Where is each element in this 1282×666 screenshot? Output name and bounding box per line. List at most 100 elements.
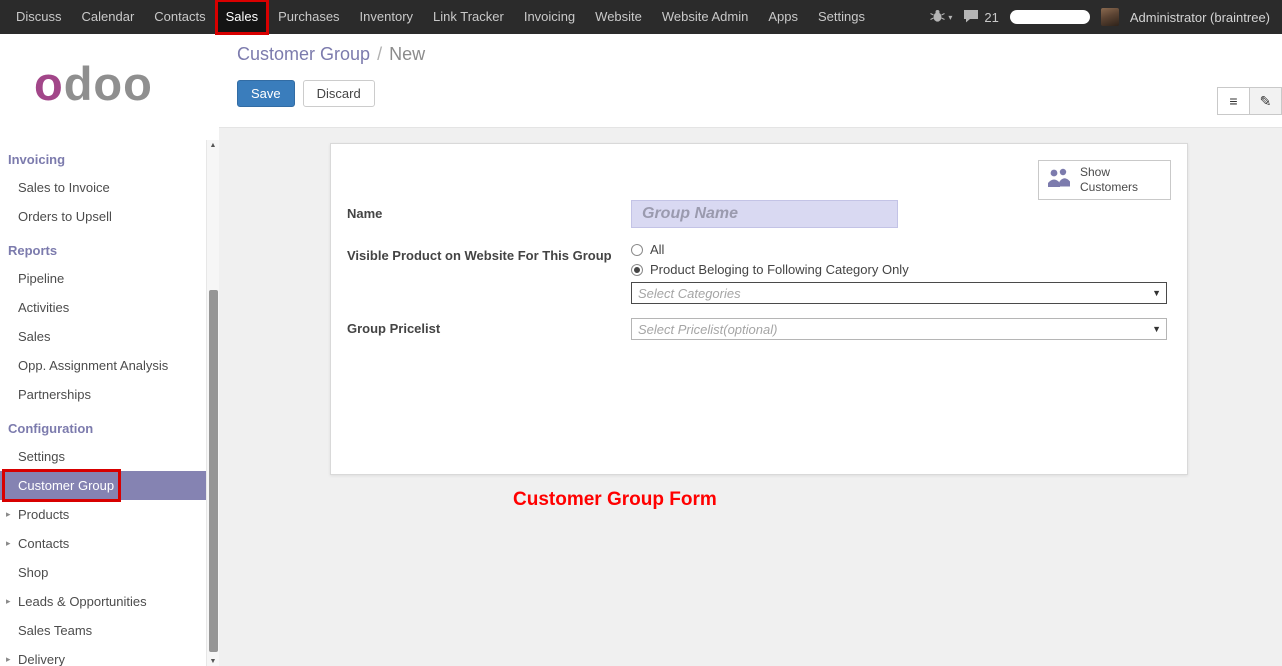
form-sheet: Show Customers Name Visible Product on W… — [330, 143, 1188, 475]
logo-letter: o — [34, 57, 64, 110]
breadcrumb-new: New — [389, 44, 425, 64]
topbar-menu-contacts[interactable]: Contacts — [144, 0, 215, 34]
name-label: Name — [347, 200, 631, 228]
topbar-menu-calendar[interactable]: Calendar — [72, 0, 145, 34]
odoo-logo: odoo — [0, 34, 219, 140]
sidebar: odoo Invoicing Sales to Invoice Orders t… — [0, 34, 219, 666]
topbar-menu-purchases[interactable]: Purchases — [268, 0, 349, 34]
topbar-menu-link-tracker[interactable]: Link Tracker — [423, 0, 514, 34]
logo-letters: doo — [64, 57, 153, 110]
radio-unchecked-icon[interactable] — [631, 244, 643, 256]
visible-product-row: Visible Product on Website For This Grou… — [347, 242, 1167, 304]
sidebar-item-label: Products — [18, 507, 69, 522]
topbar-menu: Discuss Calendar Contacts Sales Purchase… — [0, 0, 875, 34]
sidebar-section-reports: Reports — [0, 231, 219, 264]
radio-option-all[interactable]: All — [631, 242, 1167, 257]
topbar-menu-sales[interactable]: Sales — [216, 0, 269, 34]
debug-menu-button[interactable]: ▾ — [930, 9, 952, 25]
caret-right-icon: ▸ — [6, 596, 11, 607]
sidebar-section-invoicing: Invoicing — [0, 140, 219, 173]
sidebar-item-sales-teams[interactable]: Sales Teams — [0, 616, 206, 645]
sidebar-scrollbar[interactable]: ▲ ▼ — [206, 140, 219, 666]
sidebar-item-activities[interactable]: Activities — [0, 293, 206, 322]
show-customers-label: Show Customers — [1080, 165, 1163, 195]
group-name-input[interactable] — [631, 200, 898, 228]
topbar-menu-apps[interactable]: Apps — [758, 0, 808, 34]
form-view-icon: ✎ — [1260, 93, 1272, 110]
sidebar-item-contacts[interactable]: ▸ Contacts — [0, 529, 206, 558]
chat-icon — [963, 9, 979, 26]
group-pricelist-label: Group Pricelist — [347, 318, 631, 340]
pricelist-select[interactable]: Select Pricelist(optional) ▼ — [631, 318, 1167, 340]
sidebar-item-opp-assignment-analysis[interactable]: Opp. Assignment Analysis — [0, 351, 206, 380]
action-buttons: Save Discard — [237, 80, 1282, 107]
discard-button[interactable]: Discard — [303, 80, 375, 107]
visible-product-label: Visible Product on Website For This Grou… — [347, 242, 631, 304]
messages-count: 21 — [984, 10, 998, 25]
sidebar-item-label: Customer Group — [18, 478, 114, 493]
sidebar-item-delivery[interactable]: ▸ Delivery — [0, 645, 206, 666]
topbar-menu-discuss[interactable]: Discuss — [6, 0, 72, 34]
sidebar-section-configuration: Configuration — [0, 409, 219, 442]
sidebar-item-leads-opportunities[interactable]: ▸ Leads & Opportunities — [0, 587, 206, 616]
show-customers-button[interactable]: Show Customers — [1038, 160, 1171, 200]
scroll-down-icon[interactable]: ▼ — [207, 658, 219, 665]
radio-checked-icon[interactable] — [631, 264, 643, 276]
scrollbar-thumb[interactable] — [209, 290, 218, 652]
annotation-caption: Customer Group Form — [513, 489, 717, 511]
sidebar-item-settings[interactable]: Settings — [0, 442, 206, 471]
sidebar-item-products[interactable]: ▸ Products — [0, 500, 206, 529]
caret-right-icon: ▸ — [6, 654, 11, 665]
save-button[interactable]: Save — [237, 80, 295, 107]
main-area: Customer Group / New Save Discard ≡ ✎ — [219, 34, 1282, 666]
sidebar-item-label: Leads & Opportunities — [18, 594, 147, 609]
sidebar-item-label: Contacts — [18, 536, 69, 551]
user-menu[interactable]: Administrator (braintree) — [1130, 10, 1270, 25]
categories-select[interactable]: Select Categories ▼ — [631, 282, 1167, 304]
sidebar-item-shop[interactable]: Shop — [0, 558, 206, 587]
breadcrumb-separator: / — [377, 44, 382, 64]
customer-group-form: Name Visible Product on Website For This… — [347, 200, 1167, 340]
radio-category-label: Product Beloging to Following Category O… — [650, 262, 909, 277]
messages-indicator[interactable]: 21 — [963, 9, 998, 26]
topbar-menu-inventory[interactable]: Inventory — [350, 0, 423, 34]
sidebar-item-partnerships[interactable]: Partnerships — [0, 380, 206, 409]
breadcrumb-customer-group[interactable]: Customer Group — [237, 44, 370, 64]
top-navbar: Discuss Calendar Contacts Sales Purchase… — [0, 0, 1282, 34]
customers-icon — [1046, 168, 1073, 193]
topbar-menu-website-admin[interactable]: Website Admin — [652, 0, 758, 34]
form-view-button[interactable]: ✎ — [1249, 87, 1282, 115]
radio-option-category[interactable]: Product Beloging to Following Category O… — [631, 262, 1167, 277]
list-view-button[interactable]: ≡ — [1217, 87, 1250, 115]
group-pricelist-row: Group Pricelist Select Pricelist(optiona… — [347, 318, 1167, 340]
dropdown-arrow-icon: ▼ — [1152, 288, 1161, 298]
sidebar-item-sales-to-invoice[interactable]: Sales to Invoice — [0, 173, 206, 202]
bug-icon — [930, 9, 945, 25]
caret-right-icon: ▸ — [6, 538, 11, 549]
radio-all-label: All — [650, 242, 664, 257]
name-row: Name — [347, 200, 1167, 228]
control-panel: Customer Group / New Save Discard ≡ ✎ — [219, 34, 1282, 128]
sidebar-menu: Invoicing Sales to Invoice Orders to Ups… — [0, 140, 219, 666]
pricelist-placeholder: Select Pricelist(optional) — [638, 322, 777, 337]
sidebar-item-label: Delivery — [18, 652, 65, 666]
planner-progressbar[interactable] — [1010, 10, 1090, 24]
topbar-menu-settings[interactable]: Settings — [808, 0, 875, 34]
sidebar-item-pipeline[interactable]: Pipeline — [0, 264, 206, 293]
scroll-up-icon[interactable]: ▲ — [207, 140, 219, 152]
sidebar-item-customer-group[interactable]: Customer Group — [0, 471, 206, 500]
view-switcher: ≡ ✎ — [1218, 87, 1282, 115]
sidebar-item-orders-to-upsell[interactable]: Orders to Upsell — [0, 202, 206, 231]
dropdown-arrow-icon: ▼ — [1152, 324, 1161, 334]
caret-right-icon: ▸ — [6, 509, 11, 520]
list-view-icon: ≡ — [1229, 93, 1237, 109]
sidebar-item-sales[interactable]: Sales — [0, 322, 206, 351]
content-area: Show Customers Name Visible Product on W… — [219, 143, 1282, 511]
avatar — [1101, 8, 1119, 26]
topbar-menu-invoicing[interactable]: Invoicing — [514, 0, 585, 34]
caret-down-icon: ▾ — [948, 13, 952, 22]
topbar-menu-website[interactable]: Website — [585, 0, 652, 34]
categories-placeholder: Select Categories — [638, 286, 741, 301]
topbar-right: ▾ 21 Administrator (braintree) — [930, 0, 1282, 34]
breadcrumb: Customer Group / New — [237, 44, 1282, 65]
